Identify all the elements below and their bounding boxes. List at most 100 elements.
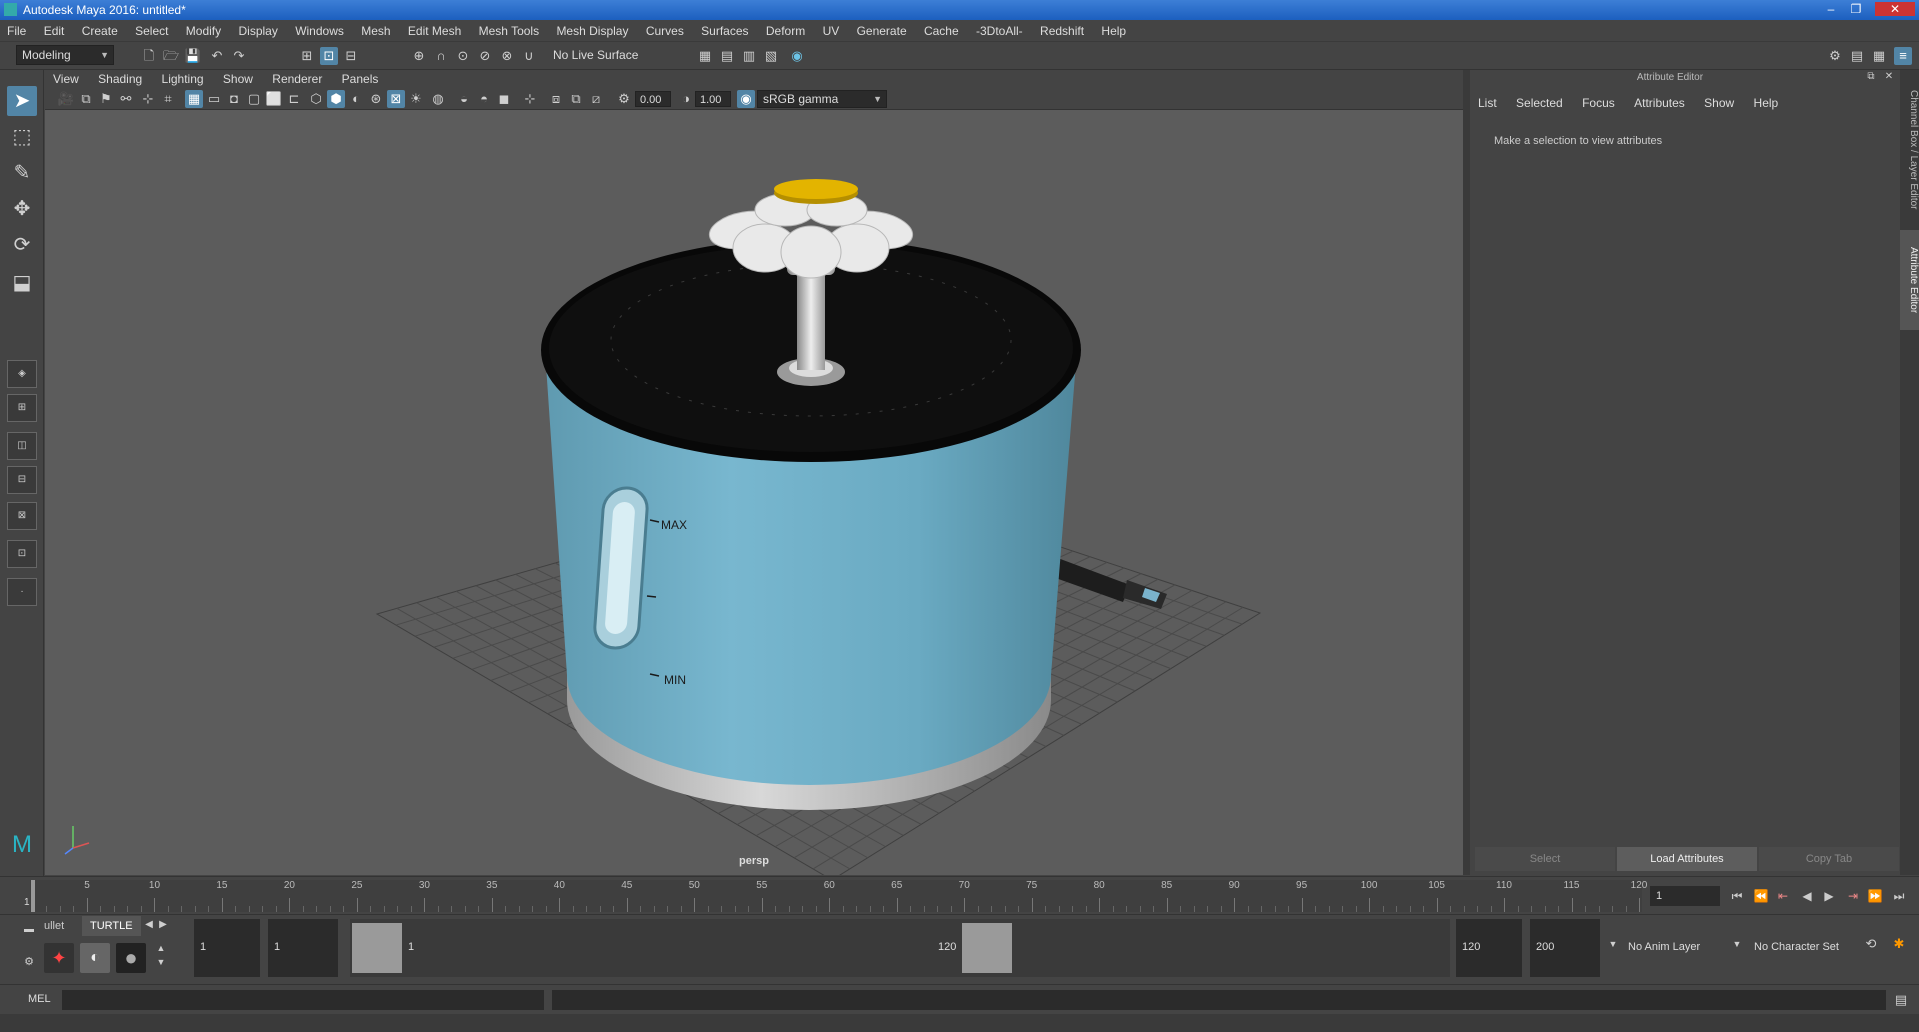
move-tool-icon[interactable]: ✥ xyxy=(7,194,37,224)
three-pane-layout-icon[interactable]: ⊡ xyxy=(7,540,37,568)
field-chart-icon[interactable]: ▢ xyxy=(245,90,263,108)
load-attributes-button[interactable]: Load Attributes xyxy=(1617,847,1757,871)
step-forward-frame-icon[interactable]: ⇥ xyxy=(1844,886,1862,906)
menu-redshift[interactable]: Redshift xyxy=(1033,20,1091,42)
close-panel-icon[interactable]: ✕ xyxy=(1882,70,1896,84)
safe-action-icon[interactable]: ⬜ xyxy=(265,90,283,108)
menu-modify[interactable]: Modify xyxy=(179,20,228,42)
gamma-icon[interactable]: ◑ xyxy=(677,90,695,108)
menu-select[interactable]: Select xyxy=(128,20,175,42)
snap-point-icon[interactable]: ⊙ xyxy=(454,47,472,65)
viewport-menu-shading[interactable]: Shading xyxy=(90,70,150,88)
menu-edit-mesh[interactable]: Edit Mesh xyxy=(401,20,468,42)
ae-menu-show[interactable]: Show xyxy=(1696,92,1742,114)
command-input[interactable] xyxy=(62,990,544,1010)
playback-start-field[interactable]: 1 xyxy=(268,919,338,977)
ae-menu-list[interactable]: List xyxy=(1470,92,1505,114)
shadows-icon[interactable]: ☀ xyxy=(407,90,425,108)
viewport-menu-renderer[interactable]: Renderer xyxy=(264,70,330,88)
redo-icon[interactable]: ↷ xyxy=(230,47,248,65)
shaded-wireframe-icon[interactable]: ◐ xyxy=(347,90,365,108)
menu-surfaces[interactable]: Surfaces xyxy=(694,20,755,42)
film-gate-icon[interactable]: ⌗ xyxy=(159,90,177,108)
menu-mesh-display[interactable]: Mesh Display xyxy=(549,20,635,42)
grid-icon[interactable]: ▦ xyxy=(185,90,203,108)
lights-icon[interactable]: ⊠ xyxy=(387,90,405,108)
timeline-track[interactable]: 5 10 15 20 25 30 35 40 45 50 55 60 65 70 75 80 85 90 95 100… xyxy=(30,880,1647,912)
viewport-menu-view[interactable]: View xyxy=(45,70,87,88)
resolution-gate-icon[interactable]: ▭ xyxy=(205,90,223,108)
ae-menu-attributes[interactable]: Attributes xyxy=(1626,92,1693,114)
snap-view-icon[interactable]: ⊘ xyxy=(476,47,494,65)
turtle-render-icon[interactable]: ✦ xyxy=(44,943,74,973)
snap-edge-icon[interactable]: ∪ xyxy=(520,47,538,65)
menu-generate[interactable]: Generate xyxy=(850,20,914,42)
depth-of-field-icon[interactable]: ◼ xyxy=(495,90,513,108)
single-pane-layout-icon[interactable]: ◈ xyxy=(7,360,37,388)
play-forwards-icon[interactable]: ▶ xyxy=(1820,886,1838,906)
current-frame-field[interactable]: 1 xyxy=(1650,886,1720,906)
mode-dropdown[interactable]: Modeling ▼ xyxy=(16,45,114,65)
menu-windows[interactable]: Windows xyxy=(288,20,351,42)
menu-deform[interactable]: Deform xyxy=(759,20,812,42)
playback-end-field[interactable]: 120 xyxy=(1456,919,1522,977)
ambient-occlusion-icon[interactable]: ◍ xyxy=(429,90,447,108)
render-settings-icon[interactable]: ▥ xyxy=(740,47,758,65)
color-management-icon[interactable]: ◉ xyxy=(737,90,755,108)
hypershade-icon[interactable]: ▧ xyxy=(762,47,780,65)
current-time-marker[interactable] xyxy=(31,880,35,912)
wireframe-icon[interactable]: ⬡ xyxy=(307,90,325,108)
modeling-toolkit-icon[interactable]: ⚙ xyxy=(1826,47,1844,65)
ae-menu-focus[interactable]: Focus xyxy=(1574,92,1623,114)
camera-icon[interactable]: 🎥 xyxy=(57,90,75,108)
live-surface-field[interactable]: No Live Surface xyxy=(548,46,648,66)
tab-attribute-editor[interactable]: Attribute Editor xyxy=(1900,230,1919,330)
snap-curve-icon[interactable]: ∩ xyxy=(432,47,450,65)
attribute-editor-toggle-icon[interactable]: ▤ xyxy=(1848,47,1866,65)
go-to-end-icon[interactable]: ⏭ xyxy=(1890,886,1908,906)
isolate-select-icon[interactable]: ⊹ xyxy=(521,90,539,108)
shelf-next-icon[interactable]: ▶ xyxy=(154,916,172,934)
select-component-icon[interactable]: ⊟ xyxy=(342,47,360,65)
minimize-icon[interactable]: – xyxy=(1820,2,1842,16)
ae-menu-selected[interactable]: Selected xyxy=(1508,92,1571,114)
go-to-start-icon[interactable]: ⏮ xyxy=(1728,886,1746,906)
shelf-tab-bullet[interactable]: ullet xyxy=(36,916,72,936)
xray-icon[interactable]: ⧈ xyxy=(547,90,565,108)
ae-menu-help[interactable]: Help xyxy=(1746,92,1787,114)
turtle-baking-icon[interactable]: ◐ xyxy=(80,943,110,973)
script-language-label[interactable]: MEL xyxy=(28,993,51,1005)
gamma-field[interactable]: 1.00 xyxy=(695,91,731,107)
range-end-handle[interactable] xyxy=(962,923,1012,973)
menu-mesh[interactable]: Mesh xyxy=(354,20,397,42)
color-space-dropdown[interactable]: sRGB gamma ▼ xyxy=(757,90,887,108)
bookmark-icon[interactable]: ⚑ xyxy=(97,90,115,108)
shelf-tab-turtle[interactable]: TURTLE xyxy=(82,916,141,936)
menu-3dtoall[interactable]: -3DtoAll- xyxy=(969,20,1030,42)
smooth-shade-icon[interactable]: ⬢ xyxy=(327,90,345,108)
ipr-render-icon[interactable]: ▤ xyxy=(718,47,736,65)
maximize-icon[interactable]: ❐ xyxy=(1845,2,1867,16)
float-panel-icon[interactable]: ⧉ xyxy=(1864,70,1878,84)
undo-icon[interactable]: ↶ xyxy=(208,47,226,65)
select-tool-icon[interactable]: ➤ xyxy=(7,86,37,116)
chevron-down-icon[interactable]: ▼ xyxy=(1604,935,1622,953)
tab-channel-box[interactable]: Channel Box / Layer Editor xyxy=(1900,80,1919,220)
step-forward-key-icon[interactable]: ⏩ xyxy=(1866,886,1884,906)
shelf-settings-icon[interactable]: ⚙ xyxy=(20,953,38,971)
side-by-side-layout-icon[interactable]: ◫ xyxy=(7,432,37,460)
viewport-menu-lighting[interactable]: Lighting xyxy=(154,70,212,88)
range-slider-track[interactable]: 1 120 xyxy=(350,919,1450,977)
safe-title-icon[interactable]: ⊏ xyxy=(285,90,303,108)
viewport-menu-panels[interactable]: Panels xyxy=(334,70,387,88)
menu-help[interactable]: Help xyxy=(1094,20,1133,42)
copy-tab-button[interactable]: Copy Tab xyxy=(1759,847,1899,871)
tool-settings-icon[interactable]: ▦ xyxy=(1870,47,1888,65)
snap-grid-icon[interactable]: ⊕ xyxy=(410,47,428,65)
auto-key-icon[interactable]: ⟲ xyxy=(1862,935,1880,953)
scene-end-field[interactable]: 200 xyxy=(1530,919,1600,977)
menu-uv[interactable]: UV xyxy=(816,20,847,42)
exposure-icon[interactable]: ⚙ xyxy=(615,90,633,108)
menu-create[interactable]: Create xyxy=(75,20,125,42)
select-button[interactable]: Select xyxy=(1475,847,1615,871)
